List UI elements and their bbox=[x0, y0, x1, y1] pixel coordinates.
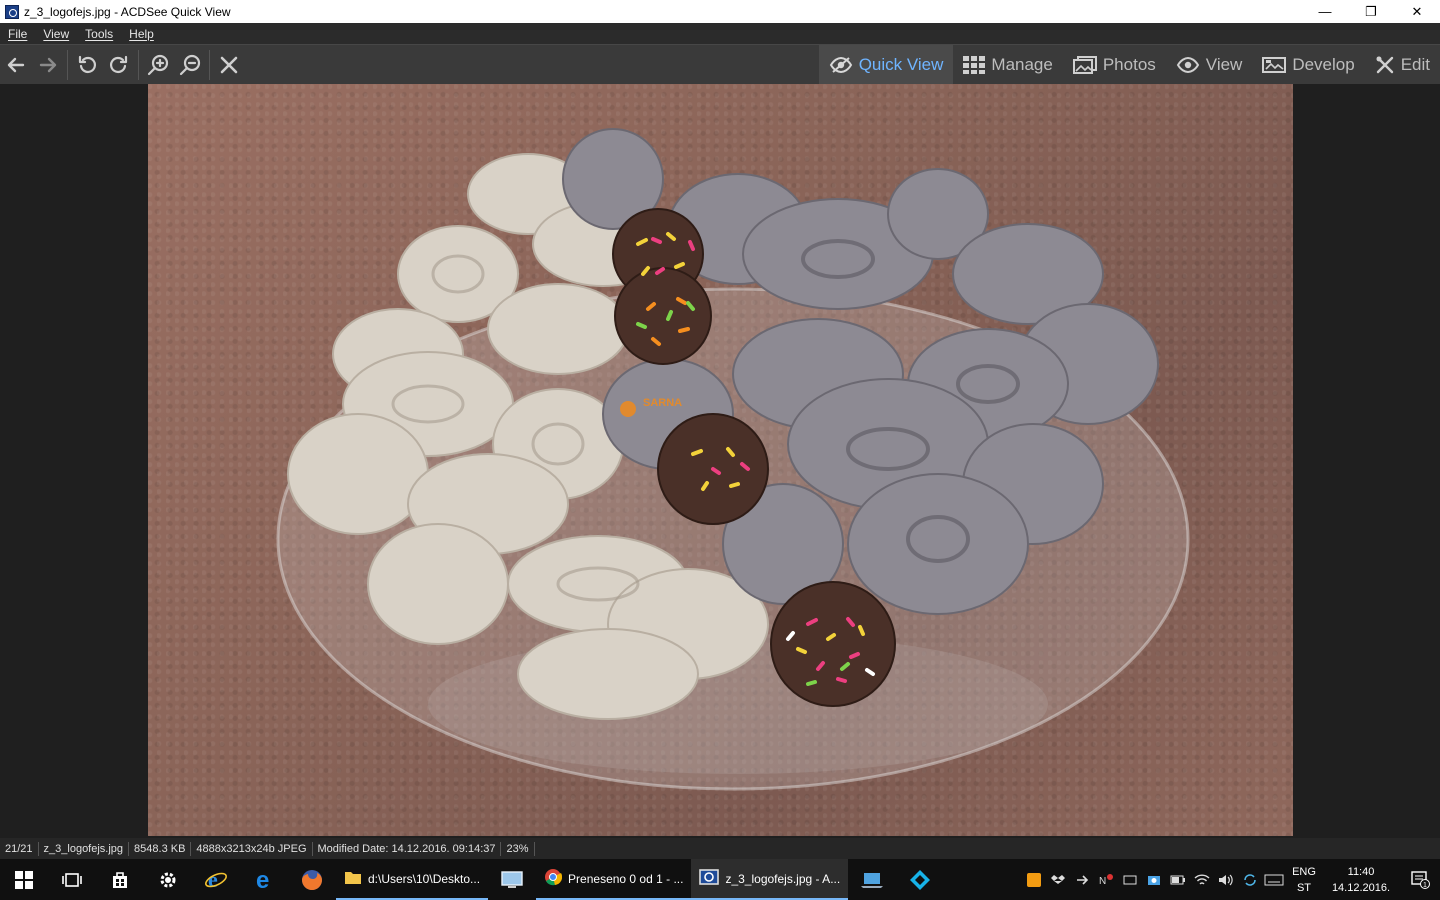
restore-button[interactable]: ❐ bbox=[1348, 0, 1394, 23]
wifi-icon[interactable] bbox=[1190, 859, 1214, 900]
taskbar-clock[interactable]: 11:40 14.12.2016. bbox=[1322, 864, 1400, 896]
tab-photos[interactable]: Photos bbox=[1063, 45, 1166, 85]
clock-date: 14.12.2016. bbox=[1331, 881, 1391, 894]
tab-develop[interactable]: Develop bbox=[1252, 45, 1364, 85]
internet-explorer-icon[interactable]: e bbox=[192, 859, 240, 900]
acdsee-icon bbox=[699, 868, 720, 889]
windows-start-icon[interactable] bbox=[0, 859, 48, 900]
volume-icon[interactable] bbox=[1214, 859, 1238, 900]
status-modified-date: Modified Date: 14.12.2016. 09:14:37 bbox=[313, 841, 502, 856]
tab-quick-view[interactable]: Quick View bbox=[818, 45, 954, 85]
remote-desktop-icon[interactable] bbox=[488, 859, 536, 900]
svg-text:N: N bbox=[1099, 876, 1106, 887]
menu-bar: File View Tools Help bbox=[0, 23, 1440, 44]
clock-time: 11:40 bbox=[1347, 865, 1375, 878]
status-dimensions: 4888x3213x24b JPEG bbox=[191, 841, 313, 856]
taskbar-explorer-window[interactable]: d:\Users\10\Deskto... bbox=[336, 859, 489, 900]
tab-view[interactable]: View bbox=[1166, 45, 1253, 85]
menu-view[interactable]: View bbox=[43, 27, 69, 41]
toolbar: Quick View Manage Photos View Develop Ed… bbox=[0, 44, 1440, 85]
menu-file[interactable]: File bbox=[8, 27, 27, 41]
tab-view-label: View bbox=[1205, 55, 1243, 74]
task-label: d:\Users\10\Deskto... bbox=[368, 871, 481, 886]
image-viewer[interactable]: SARNA bbox=[0, 84, 1440, 838]
forward-arrow-icon[interactable] bbox=[32, 45, 64, 85]
language-layout: ST bbox=[1296, 881, 1312, 894]
status-bar: 21/21 z_3_logofejs.jpg 8548.3 KB 4888x32… bbox=[0, 838, 1440, 859]
keyboard-icon[interactable] bbox=[1262, 859, 1286, 900]
dropbox-icon[interactable] bbox=[1046, 859, 1070, 900]
toolbar-actions bbox=[0, 45, 245, 85]
settings-gear-icon[interactable] bbox=[144, 859, 192, 900]
close-window-button[interactable]: ✕ bbox=[1394, 0, 1440, 23]
tab-manage[interactable]: Manage bbox=[953, 45, 1062, 85]
menu-tools[interactable]: Tools bbox=[85, 27, 113, 41]
toolbar-separator bbox=[138, 50, 139, 80]
tray-app-icon[interactable] bbox=[1022, 859, 1046, 900]
task-view-icon[interactable] bbox=[48, 859, 96, 900]
toolbar-separator bbox=[67, 50, 68, 80]
close-icon[interactable] bbox=[213, 45, 245, 85]
chrome-icon bbox=[544, 868, 563, 889]
status-index: 21/21 bbox=[5, 841, 39, 856]
eye-icon bbox=[1176, 56, 1200, 74]
nvidia-icon[interactable]: N bbox=[1094, 859, 1118, 900]
rotate-left-icon[interactable] bbox=[71, 45, 103, 85]
back-arrow-icon[interactable] bbox=[0, 45, 32, 85]
taskbar-chrome-window[interactable]: Preneseno 0 od 1 - ... bbox=[536, 859, 692, 900]
edit-icon bbox=[1375, 55, 1395, 75]
battery-icon[interactable] bbox=[1166, 859, 1190, 900]
grid-icon bbox=[963, 56, 986, 74]
tray-sync-icon[interactable] bbox=[1238, 859, 1262, 900]
language-code: ENG bbox=[1292, 865, 1316, 878]
toolbar-separator bbox=[209, 50, 210, 80]
svg-text:e: e bbox=[208, 868, 218, 892]
store-icon[interactable] bbox=[96, 859, 144, 900]
tray-network-share-icon[interactable] bbox=[1118, 859, 1142, 900]
firefox-icon[interactable] bbox=[288, 859, 336, 900]
zoom-in-icon[interactable] bbox=[142, 45, 174, 85]
title-bar: z_3_logofejs.jpg - ACDSee Quick View — ❐… bbox=[0, 0, 1440, 23]
cookie-plate-photo: SARNA bbox=[148, 84, 1293, 836]
svg-text:1: 1 bbox=[1423, 882, 1427, 889]
tray-plug-icon[interactable] bbox=[1070, 859, 1094, 900]
status-filename: z_3_logofejs.jpg bbox=[39, 841, 130, 856]
status-zoom[interactable]: 23% bbox=[501, 841, 535, 856]
task-label: z_3_logofejs.jpg - A... bbox=[725, 871, 841, 886]
status-filesize: 8548.3 KB bbox=[129, 841, 192, 856]
minimize-button[interactable]: — bbox=[1302, 0, 1348, 23]
app-window: z_3_logofejs.jpg - ACDSee Quick View — ❐… bbox=[0, 0, 1440, 900]
tab-photos-label: Photos bbox=[1102, 55, 1156, 74]
window-title: z_3_logofejs.jpg - ACDSee Quick View bbox=[24, 4, 231, 19]
menu-help[interactable]: Help bbox=[129, 27, 154, 41]
window-controls: — ❐ ✕ bbox=[1302, 0, 1440, 23]
acdsee-app-icon bbox=[5, 4, 19, 19]
eye-icon bbox=[829, 56, 853, 74]
input-language[interactable]: ENG ST bbox=[1286, 864, 1322, 896]
tab-edit-label: Edit bbox=[1400, 55, 1430, 74]
zoom-out-icon[interactable] bbox=[174, 45, 206, 85]
tab-edit[interactable]: Edit bbox=[1365, 45, 1440, 85]
laptop-icon[interactable] bbox=[848, 859, 896, 900]
photos-icon bbox=[1072, 56, 1097, 74]
taskbar-acdsee-window[interactable]: z_3_logofejs.jpg - A... bbox=[691, 859, 849, 900]
develop-icon bbox=[1262, 56, 1287, 74]
system-tray: N ENG ST 11:40 14.12.2016. 1 bbox=[1022, 859, 1440, 900]
windows-taskbar: e e d:\Users\10\Deskto... Preneseno 0 od… bbox=[0, 859, 1440, 900]
folder-icon bbox=[344, 869, 362, 888]
kodi-icon[interactable] bbox=[896, 859, 944, 900]
task-label: Preneseno 0 od 1 - ... bbox=[568, 871, 684, 886]
rotate-right-icon[interactable] bbox=[103, 45, 135, 85]
tray-camera-icon[interactable] bbox=[1142, 859, 1166, 900]
svg-text:SARNA: SARNA bbox=[643, 397, 682, 409]
action-center-icon[interactable]: 1 bbox=[1400, 859, 1440, 900]
svg-text:e: e bbox=[256, 868, 269, 892]
tab-develop-label: Develop bbox=[1292, 55, 1355, 74]
edge-icon[interactable]: e bbox=[240, 859, 288, 900]
tab-quick-view-label: Quick View bbox=[858, 55, 944, 74]
mode-tabs: Quick View Manage Photos View Develop Ed… bbox=[818, 45, 1440, 85]
tab-manage-label: Manage bbox=[991, 55, 1053, 74]
